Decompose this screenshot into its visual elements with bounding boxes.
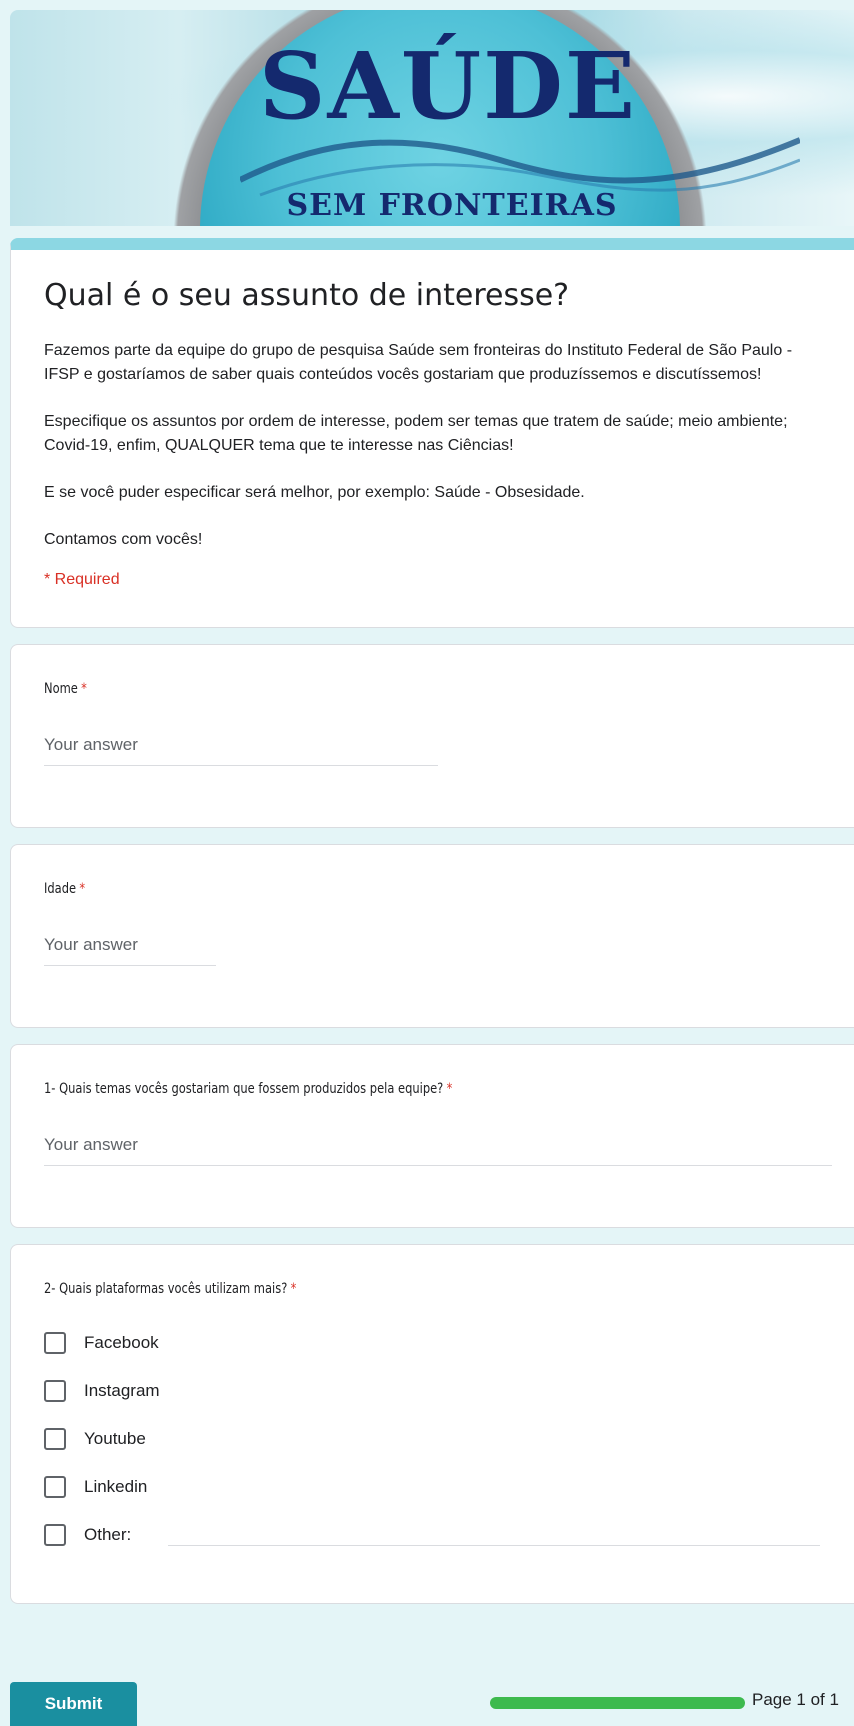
other-text-input[interactable] <box>168 1544 821 1546</box>
option-instagram[interactable]: Instagram <box>44 1367 824 1415</box>
progress-bar <box>490 1697 745 1709</box>
question-label: Idade * <box>44 881 684 897</box>
option-label: Facebook <box>84 1333 159 1352</box>
description-paragraph: Contamos com vocês! <box>44 531 203 548</box>
option-label: Linkedin <box>84 1477 148 1496</box>
question-nome: Nome * <box>10 644 854 828</box>
question-label-text: 1- Quais temas vocês gostariam que fosse… <box>44 1081 444 1097</box>
option-label: Youtube <box>84 1429 146 1448</box>
description-paragraph: Especifique os assuntos por ordem de int… <box>44 413 788 454</box>
checkbox[interactable] <box>44 1476 66 1498</box>
question-temas: 1- Quais temas vocês gostariam que fosse… <box>10 1044 854 1228</box>
form-title-card: Qual é o seu assunto de interesse? Fazem… <box>10 238 854 628</box>
question-label: Nome * <box>44 681 684 697</box>
description-paragraph: Fazemos parte da equipe do grupo de pesq… <box>44 342 793 383</box>
page-indicator: Page 1 of 1 <box>752 1690 839 1709</box>
question-label-text: Idade <box>44 881 77 897</box>
form-description: Fazemos parte da equipe do grupo de pesq… <box>44 339 824 552</box>
header-banner: SAÚDE SEM FRONTEIRAS <box>10 10 854 226</box>
option-facebook[interactable]: Facebook <box>44 1319 824 1367</box>
nome-input[interactable] <box>44 735 438 766</box>
submit-button[interactable]: Submit <box>10 1682 137 1726</box>
required-star: * <box>446 1081 453 1097</box>
option-label: Other: <box>84 1525 132 1544</box>
required-star: * <box>81 681 87 697</box>
idade-input[interactable] <box>44 935 216 966</box>
checkbox[interactable] <box>44 1524 66 1546</box>
banner-subtitle: SEM FRONTEIRAS <box>286 188 618 223</box>
question-label: 2- Quais plataformas vocês utilizam mais… <box>44 1281 684 1297</box>
question-label-text: Nome <box>44 681 78 697</box>
temas-input[interactable] <box>44 1135 832 1166</box>
form-container: SAÚDE SEM FRONTEIRAS Qual é o seu assunt… <box>10 10 854 1604</box>
question-label: 1- Quais temas vocês gostariam que fosse… <box>44 1081 684 1097</box>
required-note: * Required <box>44 571 120 588</box>
required-star: * <box>290 1281 297 1297</box>
question-label-text: 2- Quais plataformas vocês utilizam mais… <box>44 1281 288 1297</box>
description-paragraph: E se você puder especificar será melhor,… <box>44 484 585 501</box>
form-footer: Submit Page 1 of 1 <box>10 1682 854 1726</box>
question-plataformas: 2- Quais plataformas vocês utilizam mais… <box>10 1244 854 1604</box>
option-label: Instagram <box>84 1381 160 1400</box>
banner-title: SAÚDE <box>259 32 637 140</box>
option-linkedin[interactable]: Linkedin <box>44 1463 824 1511</box>
required-star: * <box>79 881 86 897</box>
checkbox[interactable] <box>44 1428 66 1450</box>
question-idade: Idade * <box>10 844 854 1028</box>
checkbox[interactable] <box>44 1380 66 1402</box>
option-youtube[interactable]: Youtube <box>44 1415 824 1463</box>
checkbox[interactable] <box>44 1332 66 1354</box>
option-other[interactable]: Other: <box>44 1511 824 1559</box>
form-title: Qual é o seu assunto de interesse? <box>44 278 570 313</box>
